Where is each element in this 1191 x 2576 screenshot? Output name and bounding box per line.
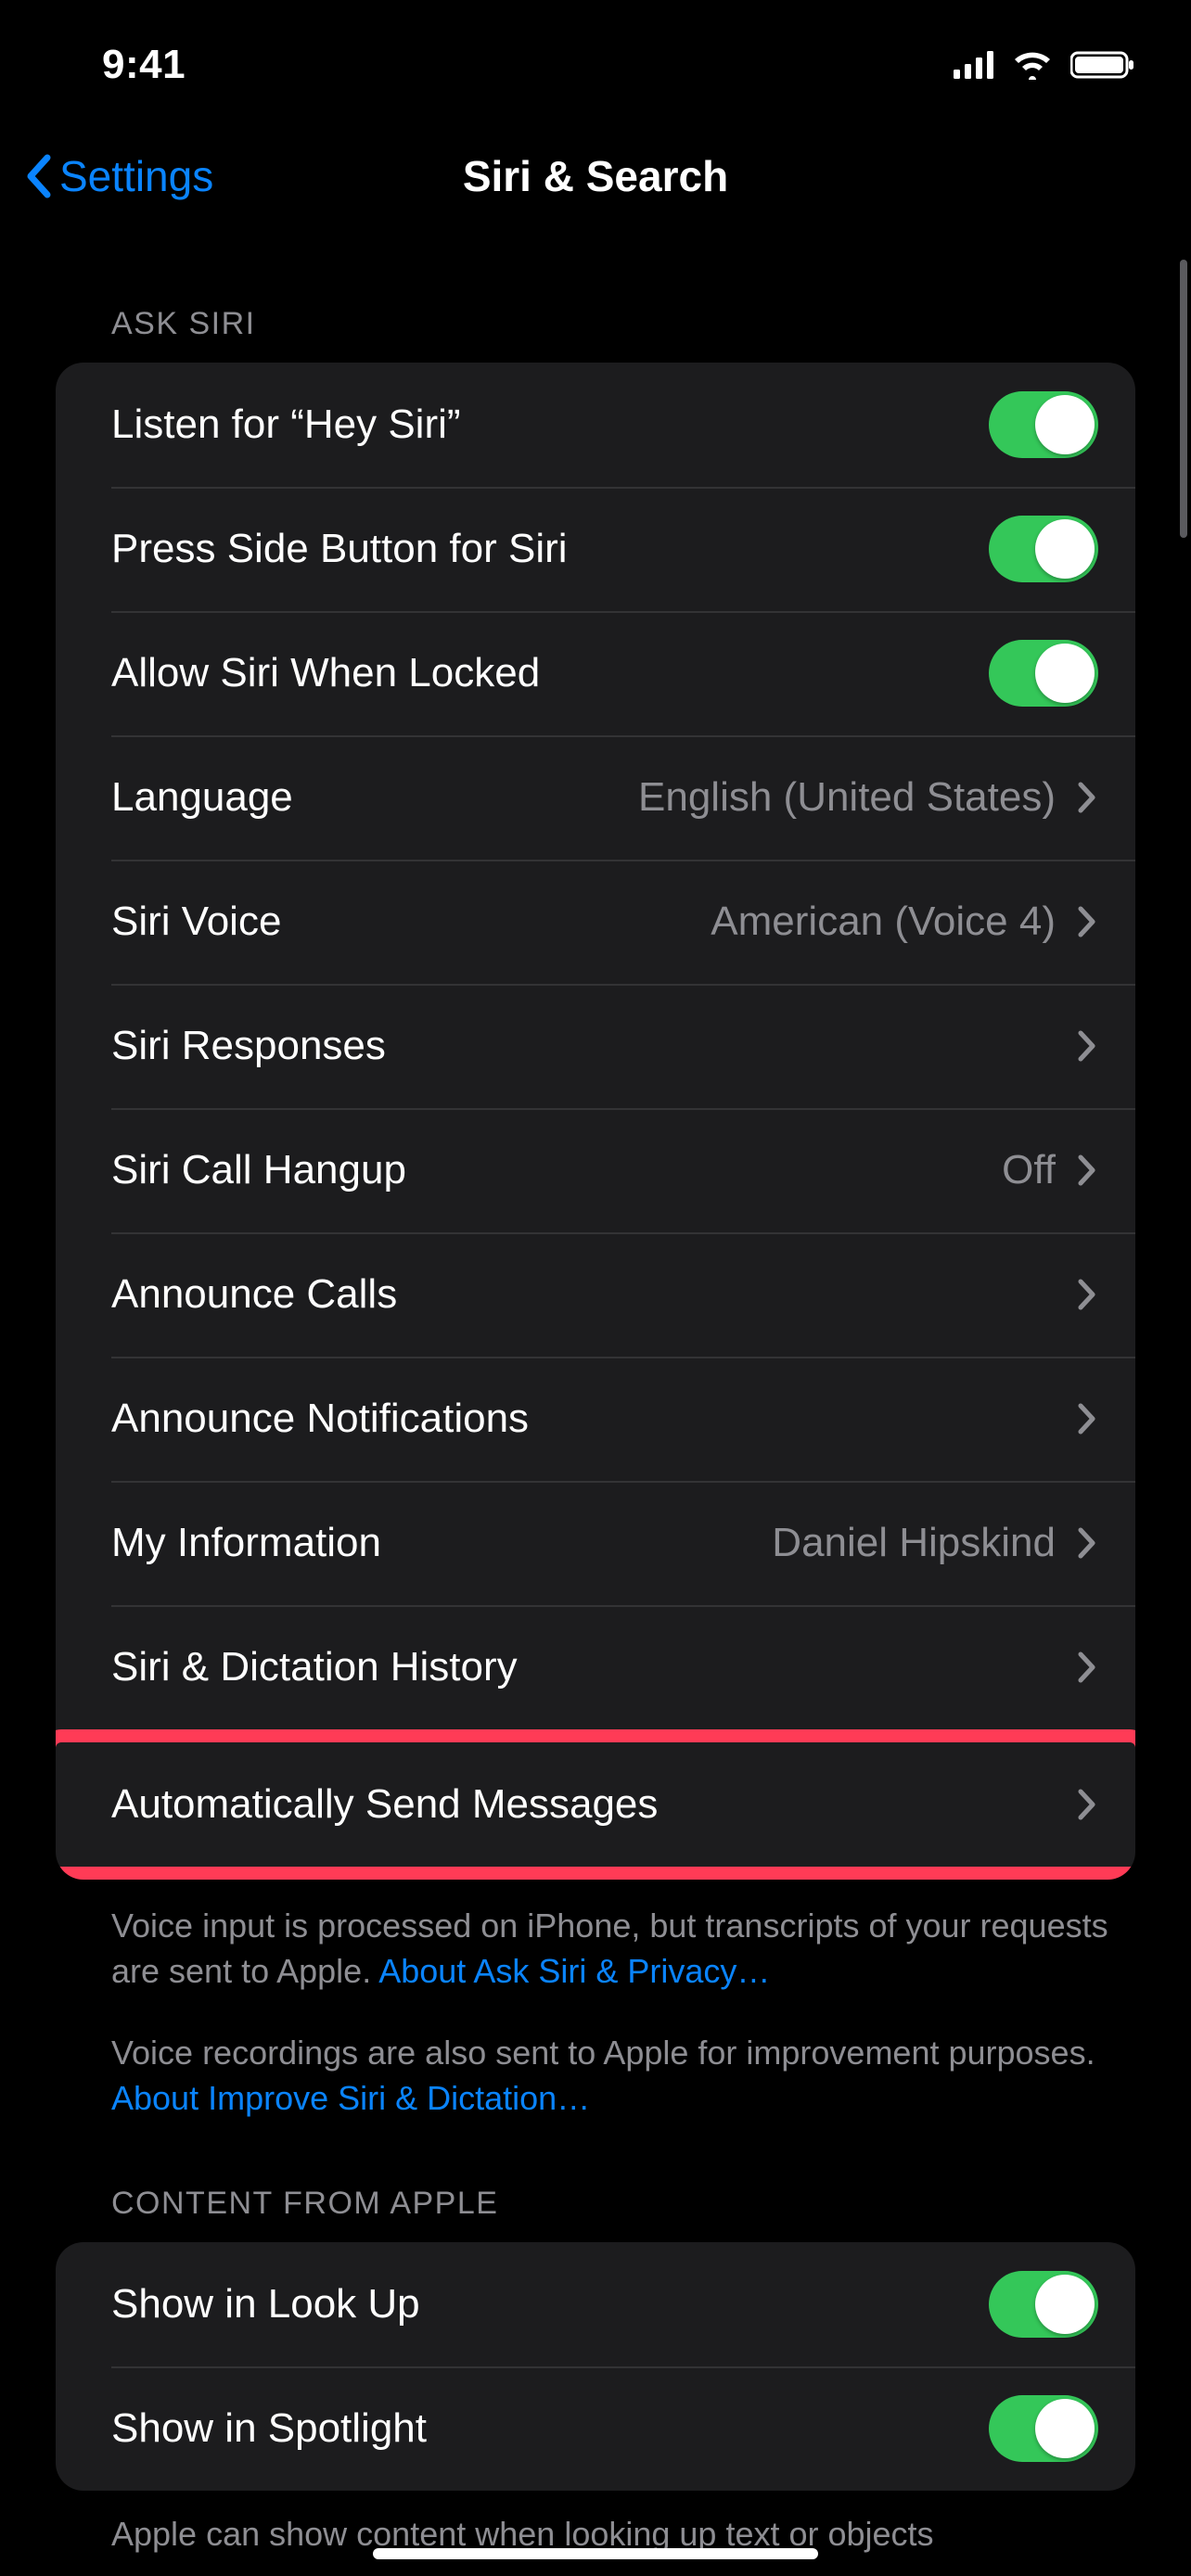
- row-hey-siri[interactable]: Listen for “Hey Siri”: [56, 363, 1135, 487]
- highlight-auto-send: Automatically Send Messages: [56, 1729, 1135, 1880]
- row-show-spotlight[interactable]: Show in Spotlight: [56, 2366, 1135, 2491]
- chevron-right-icon: [1076, 1400, 1098, 1437]
- row-label: Language: [111, 774, 293, 821]
- toggle-knob: [1035, 519, 1095, 579]
- row-label: Allow Siri When Locked: [111, 650, 540, 696]
- row-value: American (Voice 4): [711, 899, 1056, 945]
- scroll-indicator[interactable]: [1180, 260, 1187, 538]
- row-label: My Information: [111, 1520, 381, 1566]
- row-label: Siri Call Hangup: [111, 1147, 406, 1193]
- content: ASK SIRI Listen for “Hey Siri” Press Sid…: [0, 223, 1191, 2554]
- chevron-right-icon: [1076, 779, 1098, 816]
- chevron-right-icon: [1076, 1649, 1098, 1686]
- row-label: Siri & Dictation History: [111, 1644, 518, 1690]
- row-label: Announce Notifications: [111, 1396, 529, 1442]
- link-ask-siri-privacy[interactable]: About Ask Siri & Privacy…: [378, 1952, 770, 1990]
- row-announce-notifications[interactable]: Announce Notifications: [56, 1357, 1135, 1481]
- chevron-left-icon: [24, 154, 54, 198]
- row-when-locked[interactable]: Allow Siri When Locked: [56, 611, 1135, 735]
- row-label: Siri Voice: [111, 899, 281, 945]
- chevron-right-icon: [1076, 903, 1098, 940]
- chevron-right-icon: [1076, 1276, 1098, 1313]
- row-value: Off: [1002, 1147, 1056, 1193]
- status-time: 9:41: [102, 42, 186, 88]
- row-auto-send-messages[interactable]: Automatically Send Messages: [56, 1742, 1135, 1867]
- footer-text-2: Voice recordings are also sent to Apple …: [111, 2034, 1095, 2072]
- row-value: Daniel Hipskind: [772, 1520, 1056, 1566]
- row-call-hangup[interactable]: Siri Call Hangup Off: [56, 1108, 1135, 1232]
- row-language[interactable]: Language English (United States): [56, 735, 1135, 860]
- row-siri-history[interactable]: Siri & Dictation History: [56, 1605, 1135, 1729]
- section-header-ask-siri: ASK SIRI: [0, 278, 1191, 363]
- row-show-look-up[interactable]: Show in Look Up: [56, 2242, 1135, 2366]
- nav-bar: Settings Siri & Search: [0, 130, 1191, 223]
- back-label: Settings: [59, 151, 213, 201]
- row-label: Press Side Button for Siri: [111, 526, 568, 572]
- page-title: Siri & Search: [463, 151, 728, 201]
- row-siri-responses[interactable]: Siri Responses: [56, 984, 1135, 1108]
- screen: 9:41 Settings Siri & Search ASK SIRI: [0, 0, 1191, 2576]
- toggle-knob: [1035, 2399, 1095, 2458]
- row-siri-voice[interactable]: Siri Voice American (Voice 4): [56, 860, 1135, 984]
- row-label: Announce Calls: [111, 1271, 397, 1318]
- home-indicator: [373, 2548, 818, 2559]
- toggle-knob: [1035, 2275, 1095, 2334]
- wifi-icon: [1011, 50, 1054, 80]
- battery-icon: [1070, 50, 1135, 80]
- row-label: Listen for “Hey Siri”: [111, 402, 461, 448]
- row-announce-calls[interactable]: Announce Calls: [56, 1232, 1135, 1357]
- toggle-look-up[interactable]: [989, 2271, 1098, 2338]
- link-improve-siri[interactable]: About Improve Siri & Dictation…: [111, 2079, 590, 2117]
- row-label: Siri Responses: [111, 1023, 386, 1069]
- chevron-right-icon: [1076, 1152, 1098, 1189]
- back-button[interactable]: Settings: [24, 130, 213, 223]
- toggle-knob: [1035, 395, 1095, 454]
- row-label: Automatically Send Messages: [111, 1781, 658, 1828]
- ask-siri-group: Listen for “Hey Siri” Press Side Button …: [56, 363, 1135, 1880]
- row-side-button[interactable]: Press Side Button for Siri: [56, 487, 1135, 611]
- status-indicators: [954, 50, 1135, 80]
- ask-siri-footer: Voice input is processed on iPhone, but …: [0, 1880, 1191, 2121]
- toggle-side-button[interactable]: [989, 516, 1098, 582]
- content-from-apple-footer-truncated: Apple can show content when looking up t…: [0, 2491, 1191, 2554]
- toggle-knob: [1035, 644, 1095, 703]
- chevron-right-icon: [1076, 1027, 1098, 1065]
- toggle-hey-siri[interactable]: [989, 391, 1098, 458]
- row-my-information[interactable]: My Information Daniel Hipskind: [56, 1481, 1135, 1605]
- status-bar: 9:41: [0, 0, 1191, 130]
- row-label: Show in Look Up: [111, 2281, 420, 2327]
- toggle-spotlight[interactable]: [989, 2395, 1098, 2462]
- toggle-when-locked[interactable]: [989, 640, 1098, 707]
- row-value: English (United States): [638, 774, 1056, 821]
- row-label: Show in Spotlight: [111, 2405, 427, 2452]
- chevron-right-icon: [1076, 1786, 1098, 1823]
- content-from-apple-group: Show in Look Up Show in Spotlight: [56, 2242, 1135, 2491]
- section-header-content-from-apple: CONTENT FROM APPLE: [0, 2121, 1191, 2242]
- cellular-icon: [954, 51, 994, 79]
- chevron-right-icon: [1076, 1524, 1098, 1562]
